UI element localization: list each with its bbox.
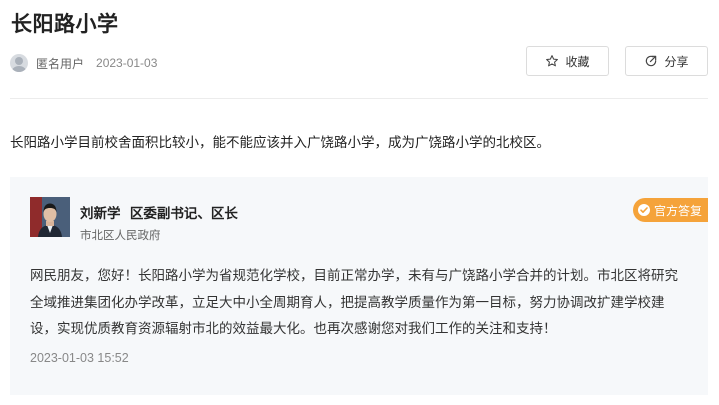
answer-card: 刘新学 区委副书记、区长 市北区人民政府 官方答复 网民朋友，您好！长阳路小学为… (10, 177, 708, 395)
answer-time: 2023-01-03 15:52 (30, 351, 129, 365)
post-meta: 匿名用户 2023-01-03 (10, 52, 157, 74)
divider (10, 98, 708, 99)
share-label: 分享 (664, 54, 689, 69)
question-text: 长阳路小学目前校舍面积比较小，能不能应该并入广饶路小学，成为广饶路小学的北校区。 (10, 135, 550, 151)
official-reply-badge: 官方答复 (632, 198, 708, 222)
favorite-button[interactable]: 收藏 (526, 46, 609, 76)
official-title: 区委副书记、区长 (129, 206, 238, 222)
page-title: 长阳路小学 (11, 12, 119, 36)
share-icon (646, 55, 657, 67)
official-icon (637, 204, 650, 216)
official-name-text: 刘新学 (80, 206, 121, 222)
official-name: 刘新学 区委副书记、区长 (80, 202, 238, 222)
official-photo (30, 197, 70, 237)
official-department: 市北区人民政府 (80, 228, 161, 242)
answer-text: 网民朋友，您好！长阳路小学为省规范化学校，目前正常办学，未有与广饶路小学合并的计… (30, 268, 678, 337)
post-date: 2023-01-03 (96, 56, 158, 70)
author-name: 匿名用户 (36, 56, 85, 71)
share-button[interactable]: 分享 (625, 46, 708, 76)
star-icon (546, 55, 559, 67)
avatar (10, 54, 28, 72)
badge-label: 官方答复 (653, 203, 702, 218)
favorite-label: 收藏 (565, 54, 590, 69)
